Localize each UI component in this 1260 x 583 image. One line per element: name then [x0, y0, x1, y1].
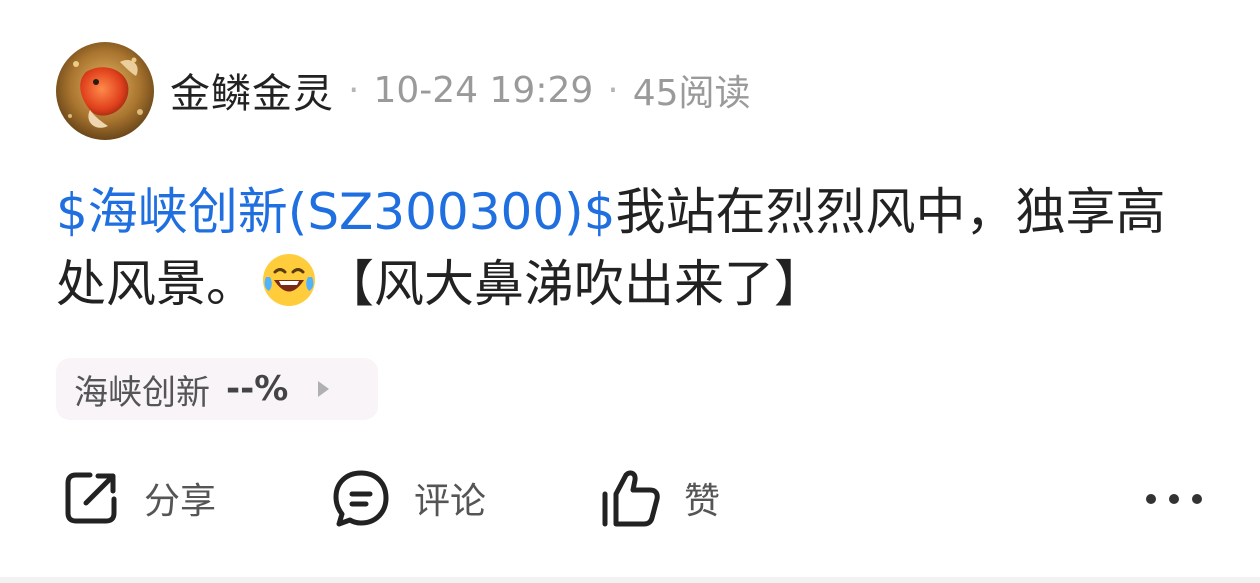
post-body: $海峡创新(SZ300300)$我站在烈烈风中，独享高处风景。 【风大鼻涕吹出来…	[56, 176, 1206, 320]
meta-separator: ·	[348, 69, 360, 111]
share-button[interactable]: 分享	[60, 466, 216, 530]
post-text-bracket: 【风大鼻涕吹出来了】	[324, 255, 824, 313]
like-label: 赞	[684, 481, 721, 522]
avatar[interactable]	[56, 42, 154, 140]
author-name[interactable]: 金鳞金灵	[170, 61, 334, 119]
comment-icon	[333, 470, 389, 527]
share-icon	[65, 472, 117, 524]
arrow-right-icon	[318, 381, 330, 397]
stock-quote-chip[interactable]: 海峡创新 --%	[56, 358, 378, 420]
stock-change: --%	[226, 369, 289, 409]
stock-name: 海峡创新	[74, 372, 210, 413]
post-header: 金鳞金灵 · 10-24 19:29 · 45阅读	[170, 62, 751, 118]
comment-button[interactable]: 评论	[330, 466, 486, 530]
share-label: 分享	[144, 481, 217, 522]
meta-separator: ·	[607, 69, 619, 111]
divider	[0, 577, 1260, 583]
stock-tag-link[interactable]: $海峡创新(SZ300300)$	[56, 183, 616, 241]
post-time: 10-24 19:29	[373, 69, 594, 111]
goldfish-avatar-image	[56, 42, 154, 140]
read-count: 45阅读	[632, 73, 751, 114]
thumbs-up-icon	[602, 470, 660, 527]
laughing-tears-emoji-icon	[263, 254, 315, 306]
comment-label: 评论	[414, 481, 487, 522]
more-dot-icon	[1169, 494, 1179, 504]
like-button[interactable]: 赞	[600, 466, 720, 530]
more-dot-icon	[1146, 494, 1156, 504]
more-dot-icon	[1192, 494, 1202, 504]
more-options-button[interactable]	[1146, 484, 1202, 514]
